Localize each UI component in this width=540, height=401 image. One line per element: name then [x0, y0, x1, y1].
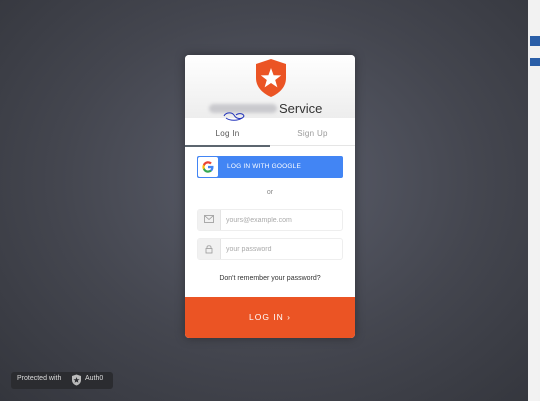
tab-sign-up[interactable]: Sign Up: [270, 123, 355, 146]
google-icon-box: [198, 157, 218, 177]
service-name: Service: [279, 101, 323, 116]
email-input[interactable]: [226, 213, 336, 227]
auth0-logo-icon: [256, 59, 286, 97]
password-field: [197, 238, 343, 260]
password-input[interactable]: [226, 242, 336, 256]
window-edge-marker: [530, 36, 540, 46]
auth0-brand: Auth0: [85, 375, 104, 382]
log-in-label: LOG IN: [248, 312, 284, 322]
protected-text: Protected with: [17, 375, 62, 382]
auth0-shield-icon: [72, 374, 81, 386]
forgot-password-link[interactable]: Don't remember your password?: [185, 275, 355, 282]
or-divider: or: [266, 189, 274, 196]
protected-with-auth0-badge[interactable]: Protected with Auth0: [11, 372, 113, 389]
chevron-right-icon: ›: [287, 312, 292, 322]
google-login-button[interactable]: LOG IN WITH GOOGLE: [197, 156, 343, 178]
window-edge-marker: [530, 58, 540, 66]
tab-log-in[interactable]: Log In: [185, 123, 270, 147]
scribble-mark-icon: [223, 112, 245, 121]
email-field: [197, 209, 343, 231]
service-title-row: Service: [185, 101, 355, 121]
login-card: Service Log In Sign Up LOG IN WITH GOOGL…: [185, 55, 355, 338]
window-edge: [528, 0, 540, 401]
lock-icon-box: [198, 239, 221, 259]
card-header: Service: [185, 55, 355, 121]
envelope-icon: [204, 215, 214, 223]
google-login-label: LOG IN WITH GOOGLE: [227, 163, 302, 170]
auth-tabs: Log In Sign Up: [185, 123, 355, 147]
envelope-icon-box: [198, 210, 221, 230]
log-in-button[interactable]: LOG IN ›: [185, 297, 355, 338]
google-icon: [202, 161, 214, 173]
lock-icon: [205, 245, 213, 254]
